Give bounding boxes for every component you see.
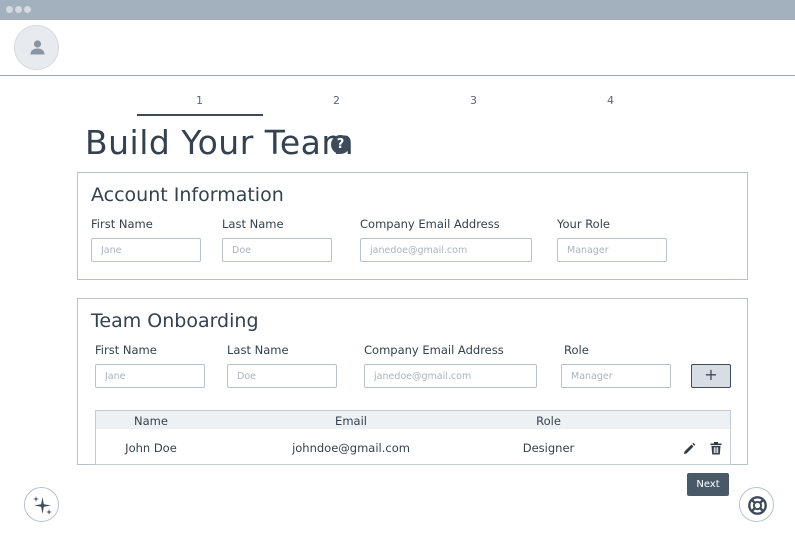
- window-dot: [24, 6, 31, 13]
- step-4[interactable]: 4: [548, 94, 673, 107]
- member-email-label: Company Email Address: [364, 343, 504, 357]
- pencil-icon[interactable]: [683, 442, 696, 455]
- window-dot: [15, 6, 22, 13]
- help-icon[interactable]: ?: [331, 135, 350, 154]
- trash-icon[interactable]: [710, 442, 722, 455]
- member-role: Designer: [522, 441, 575, 455]
- company-email-input[interactable]: [360, 238, 532, 262]
- first-name-input[interactable]: [91, 238, 201, 262]
- user-icon: [30, 40, 45, 55]
- member-last-name-label: Last Name: [227, 343, 289, 357]
- ai-assistant-button[interactable]: [24, 487, 59, 522]
- last-name-label: Last Name: [222, 217, 284, 231]
- support-button[interactable]: [739, 487, 774, 522]
- column-header-email: Email: [335, 414, 367, 428]
- member-role-label: Role: [564, 343, 589, 357]
- team-table-header: Name Email Role: [95, 410, 731, 430]
- account-card-title: Account Information: [91, 184, 284, 206]
- account-information-card: Account Information First Name Last Name…: [77, 172, 748, 280]
- member-first-name-label: First Name: [95, 343, 157, 357]
- window-titlebar: [0, 0, 795, 20]
- member-role-input[interactable]: [561, 364, 671, 388]
- member-last-name-input[interactable]: [227, 364, 337, 388]
- page-title: Build Your Team: [85, 123, 354, 162]
- add-member-button[interactable]: +: [691, 364, 731, 388]
- step-2[interactable]: 2: [274, 94, 399, 107]
- step-1[interactable]: 1: [137, 94, 262, 107]
- column-header-name: Name: [134, 414, 168, 428]
- member-name: John Doe: [125, 441, 177, 455]
- table-row: John Doe johndoe@gmail.com Designer: [95, 429, 731, 465]
- step-3[interactable]: 3: [411, 94, 536, 107]
- active-step-indicator: [137, 114, 263, 116]
- your-role-label: Your Role: [557, 217, 610, 231]
- lifebuoy-icon: [748, 496, 767, 515]
- member-first-name-input[interactable]: [95, 364, 205, 388]
- company-email-label: Company Email Address: [360, 217, 500, 231]
- next-button[interactable]: Next: [687, 473, 729, 496]
- window-dot: [6, 6, 13, 13]
- app-header: [0, 20, 795, 76]
- your-role-input[interactable]: [557, 238, 667, 262]
- avatar[interactable]: [14, 25, 59, 70]
- first-name-label: First Name: [91, 217, 153, 231]
- sparkles-icon: [33, 496, 52, 515]
- member-email-input[interactable]: [364, 364, 537, 388]
- member-email: johndoe@gmail.com: [292, 441, 410, 455]
- column-header-role: Role: [536, 414, 561, 428]
- last-name-input[interactable]: [222, 238, 332, 262]
- onboarding-card-title: Team Onboarding: [91, 310, 259, 332]
